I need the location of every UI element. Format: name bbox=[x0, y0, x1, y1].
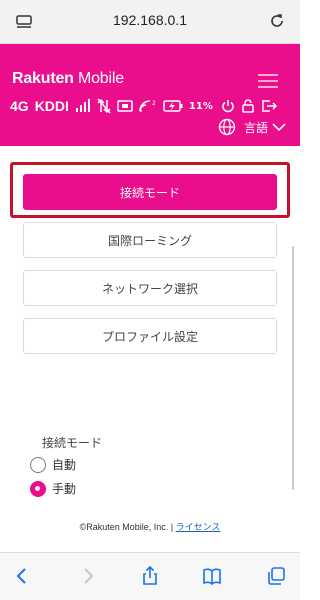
logout-icon[interactable] bbox=[261, 99, 277, 113]
url-text[interactable]: 192.168.0.1 bbox=[60, 12, 240, 28]
browser-address-bar: 192.168.0.1 bbox=[0, 0, 300, 44]
language-selector[interactable]: 言語 bbox=[218, 118, 286, 136]
radio-auto-indicator[interactable] bbox=[30, 456, 46, 473]
browser-toolbar bbox=[0, 552, 300, 600]
signal-bars-icon bbox=[75, 99, 90, 112]
network-type-label: 4G bbox=[10, 98, 29, 114]
brand-logo: Rakuten Mobile bbox=[12, 70, 124, 87]
router-header: Rakuten Mobile 4G KDDI 2 11% 言語 bbox=[0, 44, 300, 146]
sim-card-icon bbox=[117, 100, 133, 112]
battery-percentage: 11% bbox=[188, 100, 213, 112]
bookmarks-icon[interactable] bbox=[202, 566, 222, 586]
radio-manual[interactable]: 手動 bbox=[30, 480, 76, 497]
carrier-label: KDDI bbox=[34, 98, 69, 114]
back-icon[interactable] bbox=[12, 566, 32, 586]
profile-settings-button[interactable]: プロファイル設定 bbox=[23, 318, 277, 354]
language-label: 言語 bbox=[243, 120, 268, 135]
scrollbar[interactable] bbox=[292, 246, 294, 490]
chevron-down-icon bbox=[272, 123, 286, 132]
radio-manual-label: 手動 bbox=[52, 482, 77, 496]
copyright-text: ©Rakuten Mobile, Inc. | bbox=[79, 522, 176, 532]
radio-auto[interactable]: 自動 bbox=[30, 456, 76, 473]
page-menu-icon[interactable] bbox=[16, 15, 32, 29]
share-icon[interactable] bbox=[140, 566, 160, 586]
no-data-transfer-icon bbox=[97, 98, 111, 114]
mode-section-title: 接続モード bbox=[42, 436, 103, 450]
intl-roaming-button[interactable]: 国際ローミング bbox=[23, 222, 277, 258]
radio-manual-indicator[interactable] bbox=[30, 480, 46, 497]
reload-icon[interactable] bbox=[268, 12, 286, 30]
radio-auto-label: 自動 bbox=[52, 458, 77, 472]
tabs-icon[interactable] bbox=[266, 566, 286, 586]
svg-text:2: 2 bbox=[152, 100, 156, 107]
connection-mode-button[interactable]: 接続モード bbox=[23, 174, 277, 210]
network-select-button[interactable]: ネットワーク選択 bbox=[23, 270, 277, 306]
license-link[interactable]: ライセンス bbox=[176, 522, 221, 532]
wifi-clients-icon: 2 bbox=[139, 100, 156, 112]
power-icon[interactable] bbox=[221, 99, 235, 113]
status-row: 4G KDDI 2 11% bbox=[10, 96, 292, 116]
footer: ©Rakuten Mobile, Inc. | ライセンス bbox=[0, 520, 300, 533]
hamburger-menu-icon[interactable] bbox=[258, 74, 278, 88]
globe-icon bbox=[218, 118, 236, 136]
battery-charging-icon bbox=[163, 100, 183, 112]
lock-icon[interactable] bbox=[241, 99, 255, 113]
forward-icon[interactable] bbox=[78, 566, 98, 586]
